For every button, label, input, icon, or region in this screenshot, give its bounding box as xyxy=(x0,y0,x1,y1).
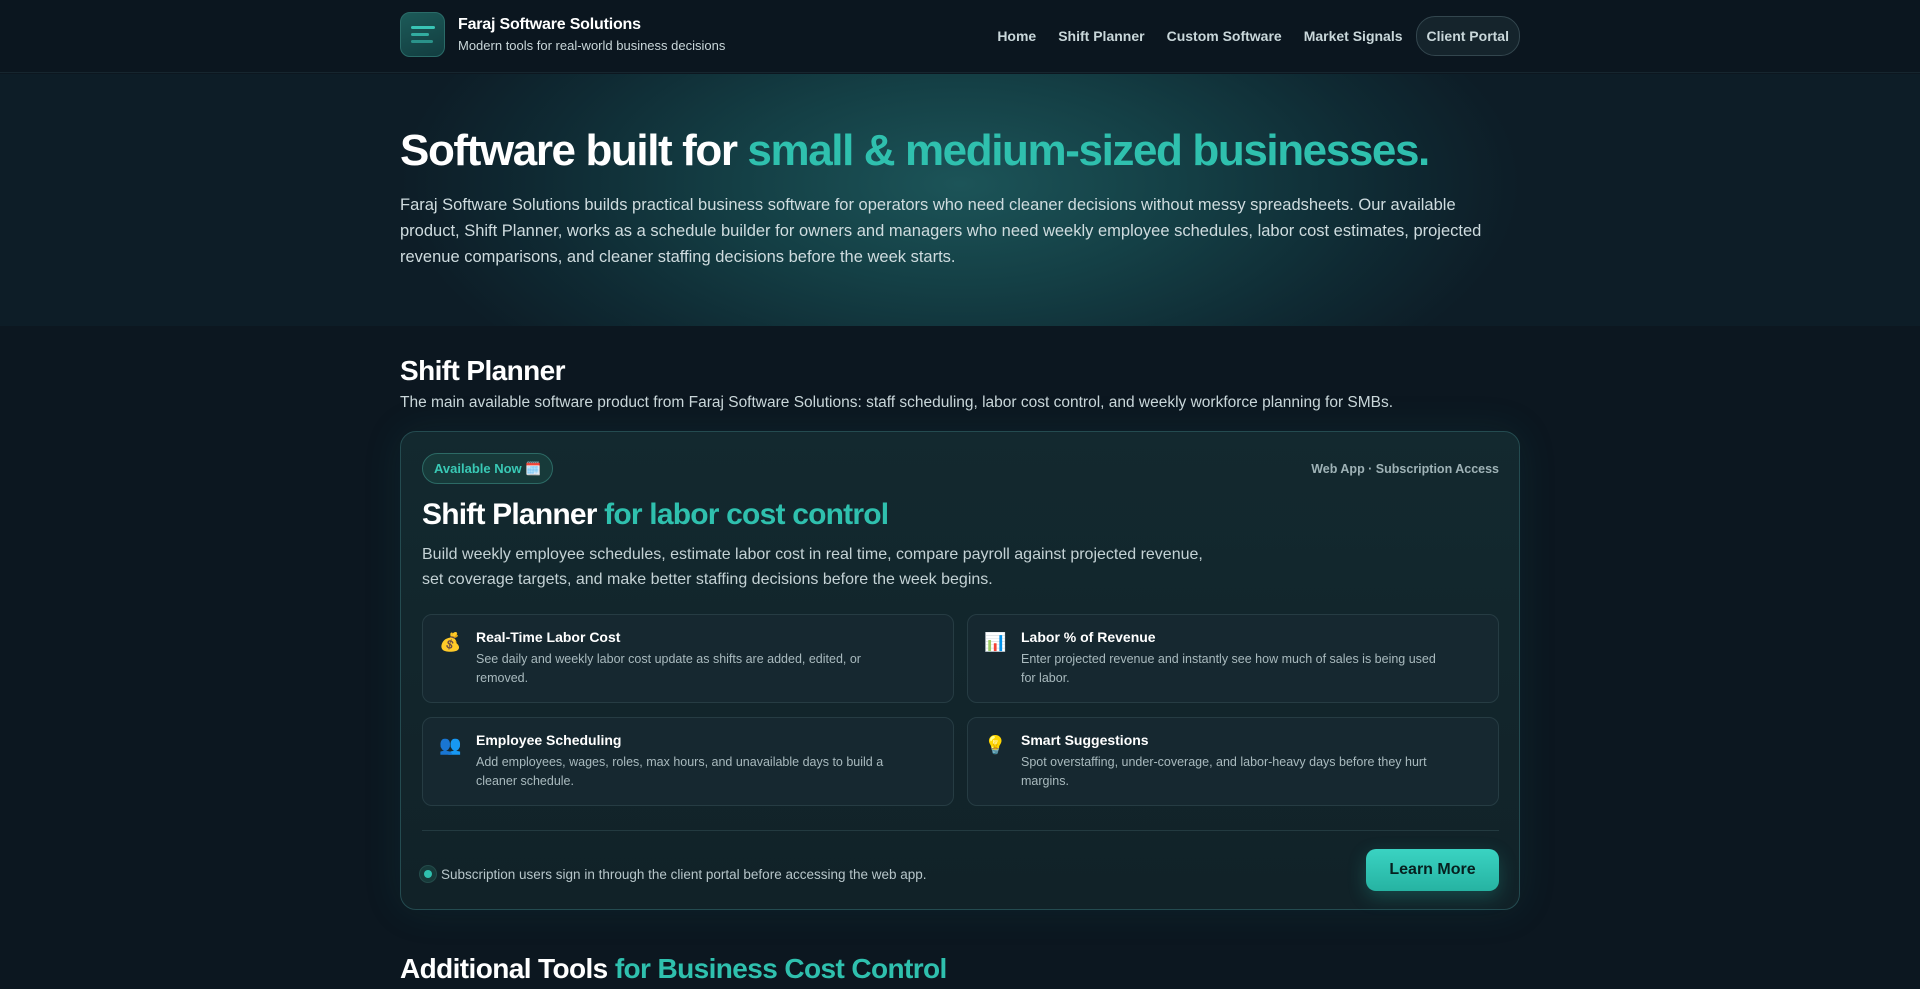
nav-market-signals[interactable]: Market Signals xyxy=(1293,17,1414,55)
hero-title-accent: small & medium-sized businesses. xyxy=(747,126,1430,175)
feature-title: Employee Scheduling xyxy=(476,732,622,748)
feature-card: 📊 Labor % of Revenue Enter projected rev… xyxy=(967,614,1499,703)
product-meta: Web App · Subscription Access xyxy=(1311,462,1499,476)
nav-shift-planner[interactable]: Shift Planner xyxy=(1047,17,1155,55)
card-divider xyxy=(422,830,1499,831)
logo-icon xyxy=(400,12,445,57)
feature-card: 💰 Real-Time Labor Cost See daily and wee… xyxy=(422,614,954,703)
hero-section: Software built for small & medium-sized … xyxy=(0,74,1920,326)
product-title: Shift Planner for labor cost control xyxy=(422,498,889,532)
status-dot-icon xyxy=(419,865,437,883)
additional-tools-title: Additional Tools for Business Cost Contr… xyxy=(400,953,947,985)
feature-description: Add employees, wages, roles, max hours, … xyxy=(476,755,884,788)
feature-description: Enter projected revenue and instantly se… xyxy=(1021,652,1436,685)
brand-tagline: Modern tools for real-world business dec… xyxy=(458,38,726,53)
client-portal-button[interactable]: Client Portal xyxy=(1415,16,1520,56)
feature-description: See daily and weekly labor cost update a… xyxy=(476,652,861,685)
money-bag-icon: 💰 xyxy=(439,632,462,652)
bar-chart-icon: 📊 xyxy=(984,632,1007,652)
tools-title-accent: for Business Cost Control xyxy=(614,953,948,984)
people-icon: 👥 xyxy=(439,735,462,755)
section-subtitle: The main available software product from… xyxy=(400,394,1394,411)
nav-custom-software[interactable]: Custom Software xyxy=(1156,17,1293,55)
main-nav: Home Shift Planner Custom Software Marke… xyxy=(986,16,1520,56)
feature-card: 💡 Smart Suggestions Spot overstaffing, u… xyxy=(967,717,1499,806)
product-title-plain: Shift Planner xyxy=(422,498,605,531)
section-title: Shift Planner xyxy=(400,355,565,386)
nav-home[interactable]: Home xyxy=(986,17,1047,55)
brand[interactable]: Faraj Software Solutions Modern tools fo… xyxy=(400,12,725,57)
availability-badge: Available Now 🗓️ xyxy=(422,453,554,484)
hero-description: Faraj Software Solutions builds practica… xyxy=(400,196,1482,266)
lightbulb-icon: 💡 xyxy=(984,735,1007,755)
tools-title-plain: Additional Tools xyxy=(400,953,615,984)
top-navigation-bar: Faraj Software Solutions Modern tools fo… xyxy=(0,0,1920,73)
portal-note: Subscription users sign in through the c… xyxy=(441,867,927,882)
feature-description: Spot overstaffing, under-coverage, and l… xyxy=(1021,755,1427,788)
feature-title: Real-Time Labor Cost xyxy=(476,629,621,645)
brand-name: Faraj Software Solutions xyxy=(458,16,641,33)
product-description: Build weekly employee schedules, estimat… xyxy=(422,546,1203,588)
feature-title: Labor % of Revenue xyxy=(1021,629,1156,645)
learn-more-button[interactable]: Learn More xyxy=(1366,849,1499,891)
hero-title-plain: Software built for xyxy=(400,126,748,175)
feature-card: 👥 Employee Scheduling Add employees, wag… xyxy=(422,717,954,806)
product-card: Available Now 🗓️ Web App · Subscription … xyxy=(400,431,1520,910)
product-title-accent: for labor cost control xyxy=(604,498,889,531)
hero-title: Software built for small & medium-sized … xyxy=(400,126,1430,176)
feature-title: Smart Suggestions xyxy=(1021,732,1149,748)
